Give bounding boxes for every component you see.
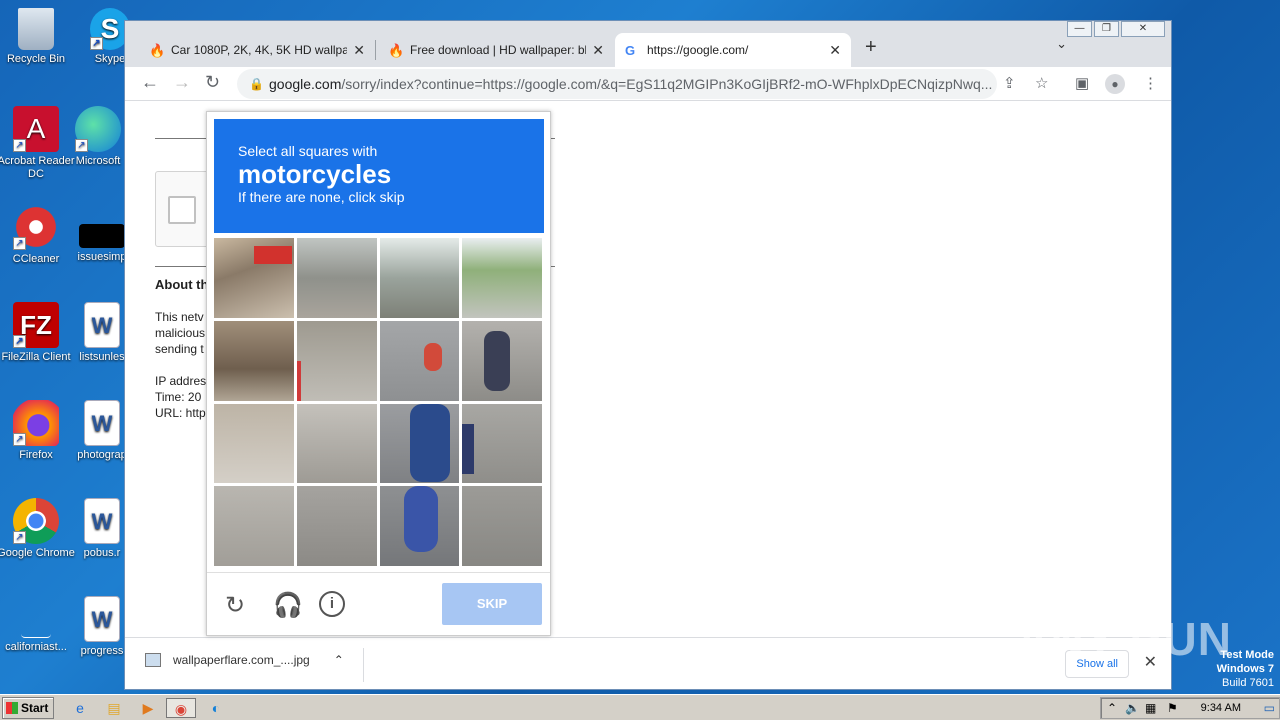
grid-tile[interactable]: [462, 320, 542, 401]
reload-page-icon[interactable]: ↻: [205, 72, 220, 93]
edge-icon: ↗: [75, 106, 121, 152]
anyrun-watermark: ANY RUN: [1016, 613, 1232, 665]
ie-taskbar-icon[interactable]: e: [70, 698, 90, 718]
tab-close-icon[interactable]: ✕: [592, 42, 604, 59]
flame-favicon-icon: 🔥: [388, 43, 405, 58]
acrobat-icon: A ↗: [13, 106, 59, 152]
tab-close-icon[interactable]: ✕: [829, 42, 841, 59]
grid-tile[interactable]: [296, 403, 377, 484]
tab-google[interactable]: G https://google.com/ ✕: [615, 33, 851, 67]
challenge-header: Select all squares with motorcycles If t…: [214, 119, 544, 233]
tab-hd-wallpaper[interactable]: 🔥 Free download | HD wallpaper: black ✕: [378, 33, 614, 67]
windows-flag-icon: [6, 702, 18, 714]
share-icon[interactable]: ⇪: [1003, 74, 1016, 92]
file-icon: [79, 224, 125, 248]
chevron-up-icon[interactable]: ⌃: [334, 653, 344, 667]
google-favicon-icon: G: [625, 43, 636, 58]
info-icon[interactable]: i: [319, 591, 345, 617]
grid-tile[interactable]: [379, 238, 460, 318]
profile-avatar-icon[interactable]: ●: [1105, 74, 1125, 94]
ip-address-line: IP addres: [155, 374, 207, 388]
close-window-button[interactable]: ✕: [1121, 21, 1165, 37]
grid-tile[interactable]: [379, 403, 460, 484]
word-doc-icon: W: [84, 400, 120, 446]
bookmark-star-icon[interactable]: ☆: [1035, 74, 1048, 92]
about-line-1: This netv: [155, 310, 204, 324]
blank-file-icon: [21, 600, 51, 638]
image-file-icon: [145, 653, 161, 667]
show-desktop-icon[interactable]: ▭: [1264, 701, 1275, 715]
desktop-icon-recycle-bin[interactable]: Recycle Bin: [0, 8, 76, 66]
tab-strip: — ❐ ✕ 🔥 Car 1080P, 2K, 4K, 5K HD wallpap…: [125, 21, 1171, 67]
about-line-2: malicious: [155, 326, 206, 340]
side-panel-icon[interactable]: ▣: [1075, 74, 1089, 92]
tab-search-chevron-icon[interactable]: ⌄: [1056, 36, 1067, 52]
word-doc-icon: W: [84, 596, 120, 642]
new-tab-button[interactable]: +: [865, 36, 877, 59]
menu-kebab-icon[interactable]: ⋮: [1143, 74, 1158, 92]
filezilla-icon: FZ ↗: [13, 302, 59, 348]
recycle-bin-icon: [18, 8, 54, 50]
challenge-image-grid: [214, 238, 542, 566]
challenge-target: motorcycles: [238, 159, 392, 189]
lock-icon: 🔒: [249, 77, 264, 91]
restore-button[interactable]: ❐: [1094, 21, 1119, 37]
recaptcha-checkbox[interactable]: [168, 196, 196, 224]
grid-tile[interactable]: [296, 486, 377, 566]
grid-tile[interactable]: [214, 403, 294, 484]
grid-tile[interactable]: [462, 403, 542, 484]
about-heading: About th: [155, 277, 209, 292]
chrome-icon: ↗: [13, 498, 59, 544]
test-mode-notice: Test Mode Windows 7 Build 7601: [1216, 649, 1274, 689]
headphones-icon[interactable]: 🎧: [273, 591, 303, 620]
word-doc-icon: W: [84, 302, 120, 348]
volume-icon[interactable]: 🔈: [1125, 701, 1140, 715]
minimize-button[interactable]: —: [1067, 21, 1092, 37]
grid-tile[interactable]: [296, 320, 377, 401]
back-icon[interactable]: ←: [141, 72, 159, 93]
firefox-icon: ↗: [13, 400, 59, 446]
address-bar[interactable]: 🔒 google.com/sorry/index?continue=https:…: [237, 69, 997, 99]
recaptcha-challenge: Select all squares with motorcycles If t…: [206, 111, 551, 636]
grid-tile[interactable]: [462, 238, 542, 318]
flame-favicon-icon: 🔥: [149, 43, 166, 58]
window-controls: — ❐ ✕: [1067, 21, 1165, 37]
grid-tile[interactable]: [214, 486, 294, 566]
download-bar: wallpaperflare.com_....jpg ⌃ Show all ✕: [125, 637, 1171, 689]
reload-icon[interactable]: ↻: [225, 591, 245, 620]
taskbar: Start e ▤ ▶ ◉ ◐ ⌃ 🔈 ▦ ⚑ 9:34 AM ▭: [0, 694, 1280, 720]
tray-expand-icon[interactable]: ⌃: [1107, 701, 1117, 715]
grid-tile[interactable]: [214, 320, 294, 401]
skip-button[interactable]: SKIP: [442, 583, 542, 625]
edge-taskbar-icon[interactable]: ◐: [206, 698, 226, 718]
grid-tile[interactable]: [214, 238, 294, 318]
start-button[interactable]: Start: [2, 697, 54, 719]
clock[interactable]: 9:34 AM: [1201, 702, 1241, 714]
tab-car-wallpaper[interactable]: 🔥 Car 1080P, 2K, 4K, 5K HD wallpaper ✕: [139, 33, 375, 67]
browser-toolbar: ← → ↻ 🔒 google.com/sorry/index?continue=…: [125, 67, 1171, 101]
tab-close-icon[interactable]: ✕: [353, 42, 365, 59]
time-line: Time: 20: [155, 390, 202, 404]
word-doc-icon: W: [84, 498, 120, 544]
chrome-taskbar-icon[interactable]: ◉: [166, 698, 196, 718]
challenge-footer: ↻ 🎧 i SKIP: [207, 572, 550, 636]
action-center-flag-icon[interactable]: ⚑: [1167, 701, 1178, 715]
media-player-taskbar-icon[interactable]: ▶: [138, 698, 158, 718]
about-line-3: sending t: [155, 342, 204, 356]
download-item[interactable]: wallpaperflare.com_....jpg ⌃: [145, 653, 344, 667]
ccleaner-icon: ↗: [13, 204, 59, 250]
system-tray: ⌃ 🔈 ▦ ⚑ 9:34 AM ▭: [1100, 697, 1280, 719]
url-line: URL: http: [155, 406, 206, 420]
explorer-taskbar-icon[interactable]: ▤: [104, 698, 124, 718]
grid-tile[interactable]: [296, 238, 377, 318]
forward-icon[interactable]: →: [173, 72, 191, 93]
grid-tile[interactable]: [379, 486, 460, 566]
network-icon[interactable]: ▦: [1145, 701, 1156, 715]
grid-tile[interactable]: [379, 320, 460, 401]
grid-tile[interactable]: [462, 486, 542, 566]
